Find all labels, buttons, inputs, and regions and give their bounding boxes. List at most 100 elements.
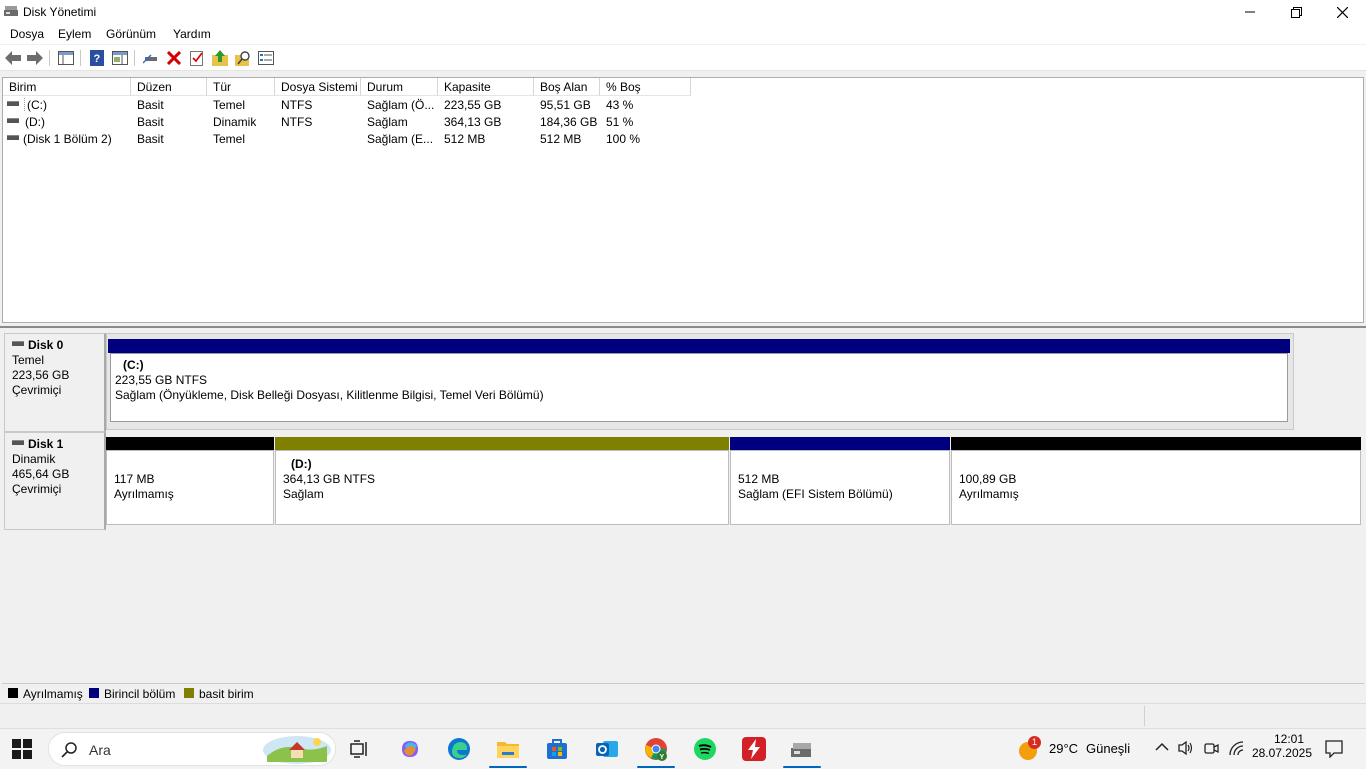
spotify-icon — [694, 738, 716, 760]
partition-bar-unallocated — [106, 437, 274, 450]
taskbar-edge[interactable] — [447, 737, 471, 761]
folder-icon — [497, 742, 519, 758]
search-icon — [61, 742, 77, 758]
taskbar-spotify[interactable] — [693, 737, 717, 761]
clock[interactable]: 12:01 28.07.2025 — [1250, 732, 1312, 760]
drive-connect-icon — [143, 54, 157, 64]
column-header-free-space[interactable]: Boş Alan — [534, 78, 600, 96]
console-tree-button[interactable] — [57, 49, 75, 67]
back-button[interactable] — [4, 49, 22, 67]
folder-up-icon — [212, 50, 228, 66]
toolbar-separator — [49, 50, 50, 66]
column-header-percent-free[interactable]: % Boş — [600, 78, 691, 96]
partition-c[interactable]: (C:) 223,55 GB NTFS Sağlam (Önyükleme, D… — [106, 333, 1294, 430]
notifications-button[interactable] — [1325, 740, 1343, 761]
legend-swatch-simple — [184, 688, 194, 698]
task-view-button[interactable] — [348, 737, 372, 761]
pane-splitter[interactable] — [0, 323, 1366, 328]
column-header-volume[interactable]: Birim — [3, 78, 131, 96]
taskbar-pdf-app[interactable] — [742, 737, 766, 761]
taskbar-copilot[interactable] — [398, 737, 422, 761]
disk-1-label[interactable]: Disk 1 Dinamik 465,64 GB Çevrimiçi — [4, 432, 106, 530]
table-row[interactable]: (Disk 1 Bölüm 2) Basit Temel Sağlam (E..… — [3, 130, 1363, 147]
cell-percent-free: 51 % — [606, 115, 634, 129]
svg-text:Y: Y — [660, 754, 665, 761]
partition-size: 223,55 GB NTFS — [115, 373, 208, 387]
checklist-icon — [190, 51, 203, 66]
menu-view[interactable]: Görünüm — [106, 27, 156, 41]
minimize-button[interactable] — [1227, 0, 1273, 24]
column-header-file-system[interactable]: Dosya Sistemi — [275, 78, 361, 96]
column-header-layout[interactable]: Düzen — [131, 78, 207, 96]
action-pane-icon — [112, 51, 128, 65]
taskbar-microsoft-store[interactable] — [545, 737, 569, 761]
legend-swatch-primary — [89, 688, 99, 698]
partition-size: 512 MB — [738, 472, 780, 486]
cell-type: Dinamik — [213, 115, 257, 129]
speaker-icon — [1178, 740, 1193, 756]
disk-type: Dinamik — [12, 452, 56, 466]
show-hidden-icons-button[interactable] — [1155, 741, 1169, 755]
legend-label-simple: basit birim — [199, 687, 254, 701]
disk-0-label[interactable]: Disk 0 Temel 223,56 GB Çevrimiçi — [4, 333, 106, 432]
menu-action[interactable]: Eylem — [58, 27, 91, 41]
status-divider — [1144, 706, 1145, 726]
properties-check-button[interactable] — [188, 49, 206, 67]
weather-widget[interactable]: 1 29°C Güneşli — [1016, 736, 1140, 762]
partition-status: Ayrılmamış — [959, 487, 1019, 501]
table-row[interactable]: (D:) Basit Dinamik NTFS Sağlam 364,13 GB… — [3, 113, 1363, 130]
column-header-type[interactable]: Tür — [207, 78, 275, 96]
partition-body: (D:) 364,13 GB NTFS Sağlam — [275, 450, 729, 525]
meet-now-button[interactable] — [1203, 740, 1219, 759]
column-header-capacity[interactable]: Kapasite — [438, 78, 534, 96]
restore-button[interactable] — [1273, 0, 1319, 24]
partition-body: 100,89 GB Ayrılmamış — [951, 450, 1361, 525]
list-view-icon — [258, 51, 274, 65]
taskbar-chrome[interactable]: Y — [644, 737, 668, 761]
cell-file-system: NTFS — [281, 115, 313, 129]
help-button[interactable]: ? — [88, 49, 106, 67]
up-folder-button[interactable] — [211, 49, 229, 67]
search-box[interactable]: Ara — [48, 732, 336, 766]
start-button[interactable] — [12, 739, 32, 759]
menu-help[interactable]: Yardım — [173, 27, 211, 41]
partition-status: Sağlam (EFI Sistem Bölümü) — [738, 487, 893, 501]
table-row[interactable]: (C:) Basit Temel NTFS Sağlam (Ö... 223,5… — [3, 96, 1363, 113]
cell-layout: Basit — [137, 98, 164, 112]
disk-icon — [12, 341, 24, 347]
legend-label-unallocated: Ayrılmamış — [23, 687, 83, 701]
partition-bar-primary — [730, 437, 950, 450]
close-button[interactable] — [1319, 0, 1365, 24]
connect-drive-button[interactable] — [142, 49, 160, 67]
menu-file[interactable]: Dosya — [10, 27, 44, 41]
partition-unallocated-1[interactable]: 117 MB Ayrılmamış — [106, 437, 274, 525]
view-list-button[interactable] — [257, 49, 275, 67]
notification-icon — [1325, 740, 1343, 759]
console-tree-icon — [58, 51, 74, 65]
forward-button[interactable] — [26, 49, 44, 67]
drive-icon — [7, 101, 19, 107]
partition-d[interactable]: (D:) 364,13 GB NTFS Sağlam — [275, 437, 729, 525]
delete-button[interactable] — [165, 49, 183, 67]
cell-type: Temel — [213, 132, 246, 146]
taskbar-outlook[interactable] — [595, 737, 619, 761]
volume-name: (D:) — [25, 115, 45, 129]
show-hide-action-pane-button[interactable] — [111, 49, 129, 67]
weather-condition: Güneşli — [1086, 741, 1131, 756]
partition-efi[interactable]: 512 MB Sağlam (EFI Sistem Bölümü) — [730, 437, 950, 525]
volume-button[interactable] — [1178, 740, 1194, 759]
status-bar — [0, 703, 1366, 729]
weather-badge: 1 — [1028, 736, 1041, 749]
help-icon: ? — [90, 50, 104, 66]
wifi-icon — [1229, 741, 1244, 756]
partition-bar-simple — [275, 437, 729, 450]
legend-swatch-unallocated — [8, 688, 18, 698]
cell-percent-free: 100 % — [606, 132, 641, 146]
taskbar-file-explorer[interactable] — [496, 737, 520, 761]
restore-icon — [1290, 6, 1302, 18]
column-header-status[interactable]: Durum — [361, 78, 438, 96]
partition-unallocated-2[interactable]: 100,89 GB Ayrılmamış — [951, 437, 1361, 525]
taskbar-disk-management[interactable] — [790, 737, 814, 761]
network-button[interactable] — [1228, 740, 1244, 759]
search-folder-button[interactable] — [234, 49, 252, 67]
